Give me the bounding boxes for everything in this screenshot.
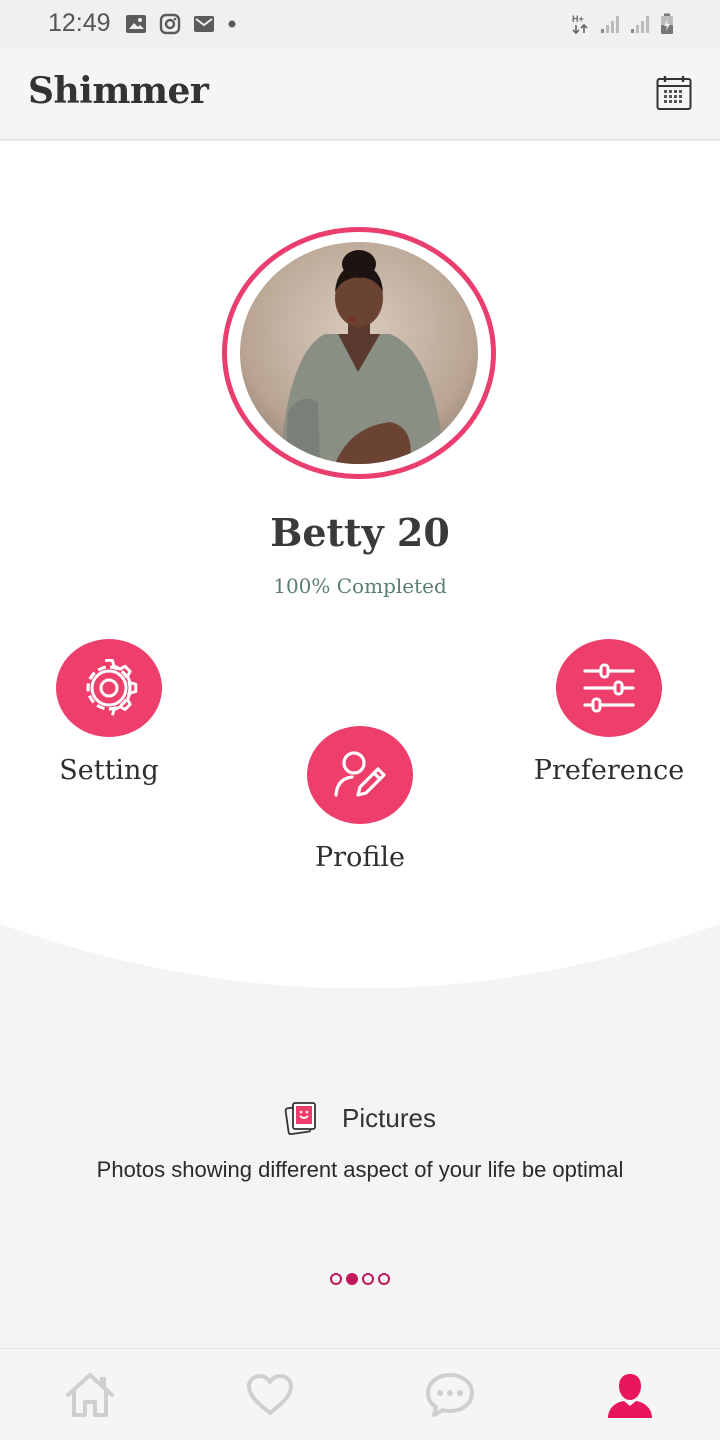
network-h-plus-icon: H+ (572, 14, 588, 35)
notification-icons (125, 13, 237, 35)
tip-description: Photos showing different aspect of your … (96, 1157, 624, 1182)
setting-action: Setting (19, 639, 199, 786)
pictures-icon (284, 1102, 316, 1136)
nav-likes[interactable] (240, 1365, 300, 1425)
edit-profile-icon (334, 751, 386, 797)
profile-label: Profile (315, 842, 405, 873)
calendar-icon[interactable] (656, 75, 692, 111)
image-icon (126, 15, 146, 33)
profile-action: Profile (270, 726, 450, 873)
pager-dots (0, 1273, 720, 1285)
battery-icon (661, 13, 673, 34)
bottom-nav (0, 1348, 720, 1440)
profile-button[interactable] (307, 726, 413, 824)
tip-title: Pictures (342, 1102, 436, 1133)
signal-icon (601, 16, 619, 33)
setting-button[interactable] (56, 639, 162, 737)
home-icon (66, 1372, 114, 1417)
preference-action: Preference (519, 639, 699, 786)
pager-dot[interactable] (378, 1273, 390, 1285)
avatar[interactable] (240, 242, 478, 464)
pager-dot[interactable] (362, 1273, 374, 1285)
pager-dot[interactable] (330, 1273, 342, 1285)
user-icon (608, 1373, 652, 1418)
app-bar: Shimmer (0, 48, 720, 140)
profile-completion: 100% Completed (273, 574, 447, 598)
instagram-icon (159, 13, 181, 35)
status-bar: 12:49 H+ (0, 0, 720, 48)
gmail-icon (194, 16, 214, 32)
signal-icon (631, 16, 649, 33)
heart-icon (247, 1373, 293, 1415)
nav-home[interactable] (60, 1365, 120, 1425)
panel-curve (0, 918, 720, 988)
preference-button[interactable] (556, 639, 662, 737)
setting-label: Setting (59, 755, 159, 786)
chat-icon (426, 1372, 474, 1417)
profile-name: Betty 20 (270, 510, 450, 555)
status-time: 12:49 (48, 9, 111, 37)
system-icons: H+ (572, 13, 674, 35)
preference-label: Preference (533, 755, 685, 786)
gear-icon (86, 658, 138, 716)
pager-dot-active[interactable] (346, 1273, 358, 1285)
svg-text:H+: H+ (572, 14, 584, 24)
nav-chat[interactable] (420, 1365, 480, 1425)
dot-icon (228, 20, 236, 28)
tip-header: Pictures (0, 1100, 720, 1136)
avatar-photo (240, 242, 478, 464)
nav-profile[interactable] (600, 1365, 660, 1425)
app-title: Shimmer (28, 70, 209, 112)
sliders-icon (583, 663, 635, 713)
